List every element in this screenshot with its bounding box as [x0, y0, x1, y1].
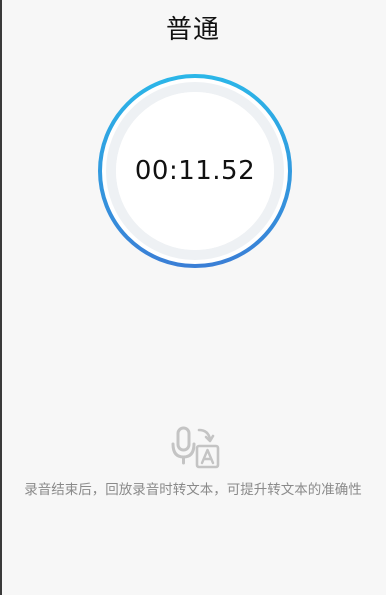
recording-timer-dial: 00:11.52 — [97, 73, 293, 269]
window-edge — [0, 0, 2, 595]
elapsed-time: 00:11.52 — [134, 156, 256, 186]
transcribe-hint-text: 录音结束后，回放录音时转文本，可提升转文本的准确性 — [24, 482, 362, 498]
page-title: 普通 — [165, 15, 220, 45]
mic-transcribe-icon — [170, 424, 220, 472]
